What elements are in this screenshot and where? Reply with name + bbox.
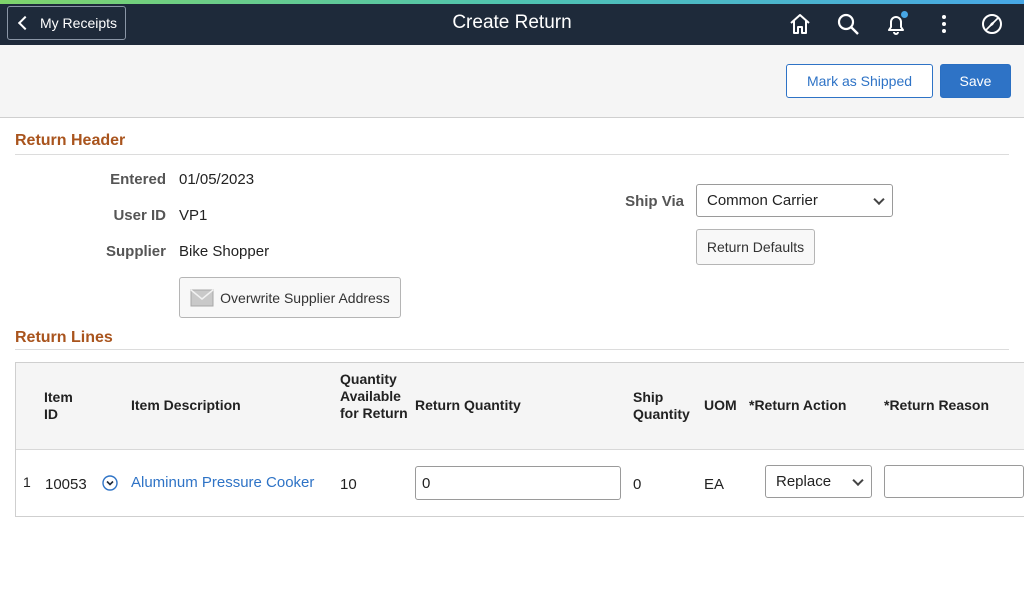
banner-actions (776, 9, 1016, 39)
return-action-value: Replace (776, 473, 832, 490)
grid-header-row: Item ID Item Description Quantity Availa… (16, 363, 1024, 450)
chevron-down-circle-icon[interactable] (102, 475, 118, 491)
entered-value: 01/05/2023 (179, 171, 255, 188)
return-lines-grid: Item ID Item Description Quantity Availa… (15, 362, 1024, 517)
ship-via-select[interactable]: Common Carrier (696, 184, 893, 217)
row-number: 1 (23, 474, 31, 490)
supplier-label: Supplier (105, 243, 166, 260)
section-divider (15, 154, 1009, 155)
search-icon[interactable] (824, 9, 872, 39)
user-id-label: User ID (113, 207, 166, 224)
overwrite-supplier-address-button[interactable]: Overwrite Supplier Address (179, 277, 401, 318)
return-defaults-button[interactable]: Return Defaults (696, 229, 815, 265)
chevron-down-icon (852, 474, 864, 486)
return-action-select[interactable]: Replace (765, 465, 872, 498)
item-description-link[interactable]: Aluminum Pressure Cooker (131, 474, 314, 491)
return-header-title: Return Header (15, 132, 126, 149)
quantity-available-value: 10 (340, 476, 357, 493)
column-header-uom: UOM (704, 397, 737, 413)
supplier-value: Bike Shopper (179, 243, 270, 260)
column-header-ship-quantity: Ship Quantity (633, 389, 690, 422)
save-button[interactable]: Save (940, 64, 1011, 98)
column-header-item-description: Item Description (131, 397, 241, 413)
column-header-item-id: Item ID (44, 389, 73, 422)
column-header-return-quantity: Return Quantity (415, 397, 521, 413)
entered-label: Entered (110, 171, 166, 188)
page-toolbar: Mark as Shipped Save (0, 45, 1024, 118)
home-icon[interactable] (776, 9, 824, 39)
chevron-down-icon (873, 193, 885, 205)
more-icon[interactable] (920, 9, 968, 39)
uom-value: EA (704, 476, 725, 493)
ship-via-value: Common Carrier (707, 192, 818, 209)
item-id-value: 10053 (45, 476, 87, 493)
envelope-icon (190, 288, 214, 306)
column-header-return-action: *Return Action (749, 397, 847, 413)
navbar-icon[interactable] (968, 9, 1016, 39)
return-reason-select[interactable] (884, 465, 1024, 498)
section-divider (15, 349, 1009, 350)
return-lines-title: Return Lines (15, 329, 113, 346)
mark-as-shipped-button[interactable]: Mark as Shipped (786, 64, 933, 98)
column-header-return-reason: *Return Reason (884, 397, 990, 413)
return-quantity-input[interactable]: 0 (415, 466, 621, 500)
ship-quantity-value: 0 (633, 476, 642, 493)
overwrite-address-label: Overwrite Supplier Address (220, 289, 390, 306)
bell-icon[interactable] (872, 9, 920, 39)
user-id-value: VP1 (179, 207, 208, 224)
ship-via-label: Ship Via (625, 193, 684, 210)
column-header-quantity-available: Quantity Available for Return (340, 371, 408, 421)
notification-dot (901, 11, 908, 18)
app-banner: My Receipts Create Return (0, 4, 1024, 45)
